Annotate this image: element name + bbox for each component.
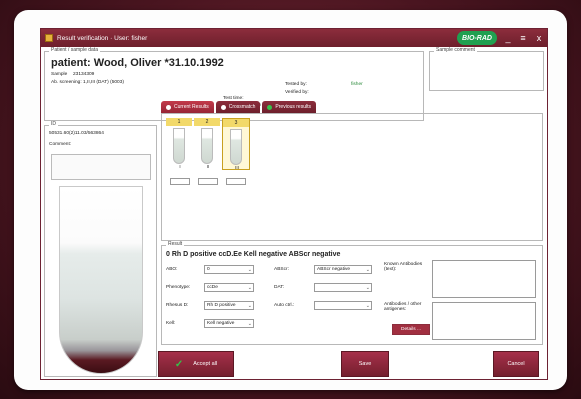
- chevron-down-icon: ⌄: [365, 267, 370, 273]
- result-verification-window: Result verification · User: fisher BIO-R…: [40, 28, 548, 380]
- tube-image-large: [59, 186, 143, 374]
- chevron-down-icon: ⌄: [365, 285, 370, 291]
- dat-label: DAT:: [274, 285, 285, 290]
- accept-all-button[interactable]: ✓ Accept all: [158, 351, 234, 377]
- save-button[interactable]: Save: [341, 351, 389, 377]
- tube-image: [173, 128, 185, 164]
- sample-label: Sample: [51, 72, 68, 77]
- dat-select[interactable]: ⌄: [314, 283, 372, 292]
- abo-select[interactable]: 0 ⌄: [204, 265, 254, 274]
- sample-comment-label: Sample comment: [434, 47, 477, 53]
- tab-dot-icon: [166, 104, 171, 110]
- abscr-select[interactable]: ABScr negative ⌄: [314, 265, 372, 274]
- tab-label: Current Results: [174, 104, 209, 110]
- close-button[interactable]: x: [533, 32, 545, 44]
- tube-value: II: [206, 164, 210, 169]
- bio-rad-logo: BIO-RAD: [457, 31, 497, 45]
- result-summary: 0 Rh D positive ccD.Ee Kell negative ABS…: [166, 251, 341, 258]
- tube-result-field-2[interactable]: [198, 178, 218, 185]
- cancel-label: Cancel: [507, 361, 525, 367]
- menu-button[interactable]: ≡: [517, 32, 529, 44]
- verified-by-label: Verified by:: [285, 90, 309, 95]
- tube-result-field-3[interactable]: [226, 178, 246, 185]
- accept-all-label: Accept all: [193, 361, 218, 367]
- chevron-down-icon: ⌄: [365, 303, 370, 309]
- phenotype-label: Phenotype:: [166, 285, 191, 290]
- check-icon: [267, 104, 273, 110]
- tube-image: [230, 129, 242, 165]
- tab-crossmatch[interactable]: Crossmatch: [215, 101, 261, 113]
- tube-result-field-1[interactable]: [170, 178, 190, 185]
- kell-label: Kell:: [166, 321, 176, 326]
- cancel-button[interactable]: Cancel: [493, 351, 539, 377]
- chevron-down-icon: ⌄: [247, 267, 252, 273]
- sample-id-panel: ID 50531.60(2)11.03/563864 Comment:: [44, 121, 157, 377]
- abo-value: 0: [207, 267, 210, 272]
- chevron-down-icon: ⌄: [247, 285, 252, 291]
- minimize-button[interactable]: _: [502, 32, 514, 44]
- rhesus-label: Rhesus D:: [166, 303, 189, 308]
- app-icon: [45, 34, 53, 42]
- sample-value: 23134309: [73, 72, 95, 77]
- patient-group-label: Patient / sample data: [49, 47, 100, 53]
- sample-comment-box[interactable]: Sample comment: [429, 47, 544, 91]
- tube-value: I: [179, 164, 181, 169]
- id-group-label: ID: [49, 121, 58, 127]
- tab-label: Previous results: [275, 104, 311, 110]
- tube-card-2[interactable]: 2 II: [194, 118, 222, 170]
- kell-value: Kell negative: [207, 321, 235, 326]
- known-antibodies-input[interactable]: [432, 260, 536, 298]
- tab-label: Crossmatch: [228, 104, 256, 110]
- tube-number: 2: [194, 118, 220, 126]
- comment-label: Comment:: [49, 142, 72, 147]
- abscr-value: ABScr negative: [317, 267, 351, 272]
- abo-label: ABO:: [166, 267, 178, 272]
- chevron-down-icon: ⌄: [247, 303, 252, 309]
- result-tabs: Current Results Crossmatch Previous resu…: [161, 101, 316, 113]
- save-label: Save: [358, 361, 372, 367]
- patient-name: patient: Wood, Oliver *31.10.1992: [51, 57, 224, 69]
- result-group: Result 0 Rh D positive ccD.Ee Kell negat…: [161, 241, 543, 345]
- antibodies-other-label: Antibodies / other antigenes:: [384, 302, 422, 312]
- chevron-down-icon: ⌄: [247, 321, 252, 327]
- check-icon: ✓: [174, 358, 184, 370]
- known-antibodies-label: Known Antibodies (text):: [384, 262, 423, 272]
- tube-number: 3: [223, 119, 249, 127]
- details-button[interactable]: Details ...: [392, 324, 430, 335]
- tab-previous-results[interactable]: Previous results: [262, 101, 316, 113]
- tube-number: 1: [166, 118, 192, 126]
- tube-value: III: [235, 165, 239, 170]
- tube-results-panel: 1 I 2 II 3 III: [161, 113, 543, 241]
- tested-by-label: Tested by:: [285, 82, 307, 87]
- rhesus-value: Rh D positive: [207, 303, 236, 308]
- comment-input[interactable]: [51, 154, 151, 180]
- tube-card-3[interactable]: 3 III: [222, 118, 250, 170]
- phenotype-select[interactable]: ccDe ⌄: [204, 283, 254, 292]
- sample-id: 50531.60(2)11.03/563864: [49, 131, 104, 136]
- window-title: Result verification · User: fisher: [57, 34, 148, 42]
- kell-select[interactable]: Kell negative ⌄: [204, 319, 254, 328]
- rhesus-select[interactable]: Rh D positive ⌄: [204, 301, 254, 310]
- antibodies-other-input[interactable]: [432, 302, 536, 340]
- screening-info: Ab. screening: 1,II,III (DAT) (5003): [51, 80, 124, 85]
- tested-by-value: fisher: [351, 82, 363, 87]
- tube-card-1[interactable]: 1 I: [166, 118, 194, 170]
- autoctrl-select[interactable]: ⌄: [314, 301, 372, 310]
- abscr-label: ABScr:: [274, 267, 289, 272]
- tube-image: [201, 128, 213, 164]
- phenotype-value: ccDe: [207, 285, 218, 290]
- autoctrl-label: Auto ctrl.:: [274, 303, 295, 308]
- tab-current-results[interactable]: Current Results: [161, 101, 214, 113]
- result-group-label: Result: [166, 241, 185, 247]
- tab-dot-icon: [220, 104, 226, 110]
